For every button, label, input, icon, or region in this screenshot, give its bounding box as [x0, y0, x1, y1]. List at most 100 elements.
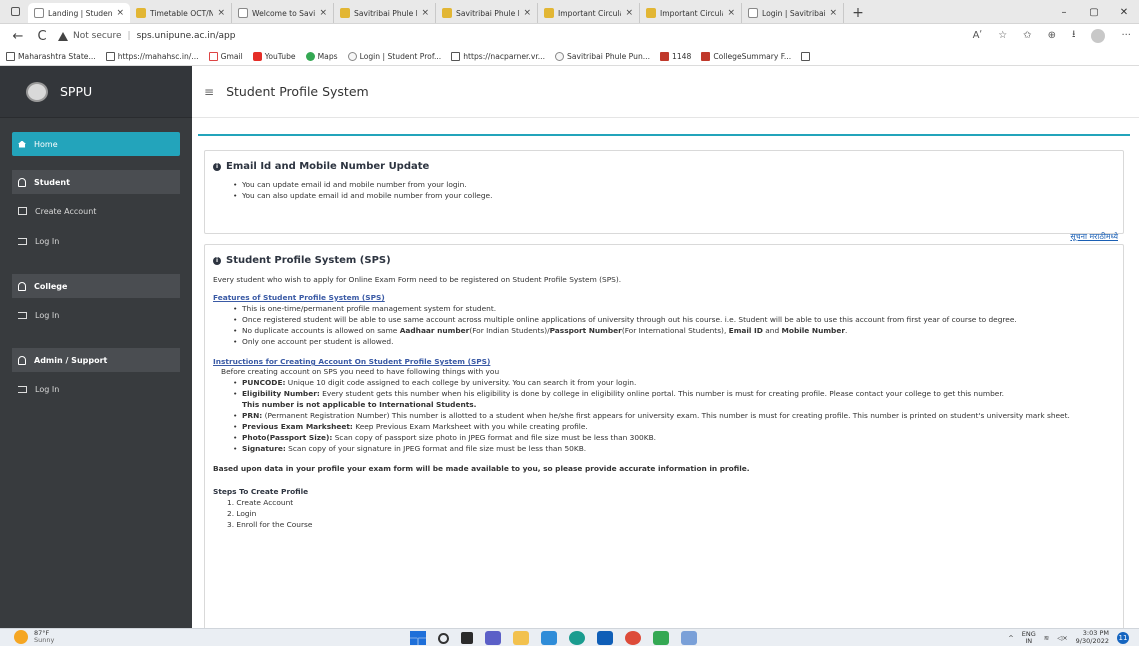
- chat-icon[interactable]: [485, 631, 501, 645]
- sidebar-section-label: Admin / Support: [34, 355, 108, 365]
- app-icon[interactable]: [653, 631, 669, 645]
- browser-tab[interactable]: Landing | Student P ×: [28, 3, 130, 23]
- bookmark-item[interactable]: Maharashtra State...: [6, 52, 96, 61]
- weather-widget[interactable]: 87°F Sunny: [14, 630, 54, 644]
- list-item: Once registered student will be able to …: [233, 314, 1115, 325]
- url-field[interactable]: Not secure | sps.unipune.ac.in/app: [58, 27, 235, 45]
- add-favorite-icon[interactable]: ☆: [998, 30, 1007, 41]
- more-menu-icon[interactable]: ···: [1121, 30, 1131, 41]
- marathi-notice-link[interactable]: सूचना मराठीमध्ये: [1070, 232, 1118, 242]
- browser-tab[interactable]: Savitribai Phule Pu ×: [436, 3, 538, 23]
- browser-tab[interactable]: Important Circular ×: [640, 3, 742, 23]
- new-tab-button[interactable]: +: [848, 3, 868, 23]
- sidebar-item-home[interactable]: Home: [12, 132, 180, 156]
- sidebar-item-create-account[interactable]: Create Account: [12, 198, 180, 224]
- tab-actions-button[interactable]: [6, 2, 24, 20]
- login-icon: [18, 237, 27, 245]
- tab-close-icon[interactable]: ×: [116, 8, 124, 18]
- sidebar-item-student-login[interactable]: Log In: [12, 228, 180, 254]
- browser-tab[interactable]: Welcome to Savitri ×: [232, 3, 334, 23]
- collections-icon[interactable]: ⊕: [1048, 30, 1056, 41]
- notification-badge[interactable]: 11: [1117, 631, 1129, 644]
- gmail-icon: [208, 52, 218, 61]
- file-explorer-icon[interactable]: [513, 631, 529, 645]
- browser-tab[interactable]: Login | Savitribai P ×: [742, 3, 844, 23]
- browser-tab[interactable]: Savitribai Phule Pu ×: [334, 3, 436, 23]
- maximize-button[interactable]: ▢: [1079, 0, 1109, 24]
- page-title: Student Profile System: [226, 84, 369, 99]
- sidebar-item-college-login[interactable]: Log In: [12, 302, 180, 328]
- menu-icon[interactable]: ≡: [204, 85, 214, 99]
- tab-close-icon[interactable]: ×: [319, 8, 327, 18]
- maps-icon: [305, 52, 315, 61]
- bookmark-item[interactable]: Login | Student Prof...: [347, 52, 442, 61]
- id-card-icon: [18, 207, 27, 215]
- windows-start-icon[interactable]: [410, 631, 426, 645]
- bookmark-label: Login | Student Prof...: [359, 52, 442, 61]
- tab-close-icon[interactable]: ×: [523, 8, 531, 18]
- chrome-icon[interactable]: [625, 631, 641, 645]
- language-indicator[interactable]: ENG IN: [1022, 630, 1036, 645]
- page-header: ≡ Student Profile System: [192, 66, 1139, 118]
- list-item: Signature: Scan copy of your signature i…: [233, 443, 1115, 454]
- extensions-icon[interactable]: ⭳: [1072, 27, 1076, 44]
- profile-avatar[interactable]: [1091, 28, 1106, 43]
- tab-close-icon[interactable]: ×: [625, 8, 633, 18]
- bookmark-label: 1148: [672, 52, 692, 61]
- wifi-icon[interactable]: ≋: [1044, 634, 1049, 642]
- store-icon[interactable]: [541, 631, 557, 645]
- url-text[interactable]: sps.unipune.ac.in/app: [137, 31, 236, 41]
- bookmark-item[interactable]: https://nacparner.vr...: [451, 52, 545, 61]
- text: Every student gets this number when his …: [319, 389, 1005, 398]
- bookmark-item[interactable]: https://mahahsc.in/...: [105, 52, 199, 61]
- security-label[interactable]: Not secure: [73, 31, 122, 41]
- tab-close-icon[interactable]: ×: [829, 8, 837, 18]
- tab-close-icon[interactable]: ×: [727, 8, 735, 18]
- bookmark-item[interactable]: YouTube: [252, 52, 296, 61]
- sidebar-item-admin-login[interactable]: Log In: [12, 376, 180, 402]
- pdf-icon: [701, 52, 711, 61]
- bookmark-item[interactable]: [801, 52, 811, 61]
- task-view-icon[interactable]: [461, 632, 473, 644]
- minimize-button[interactable]: –: [1049, 0, 1079, 24]
- bookmark-label: https://mahahsc.in/...: [117, 52, 199, 61]
- search-icon[interactable]: [438, 632, 449, 644]
- refresh-button[interactable]: C: [32, 26, 52, 46]
- instructions-list: PUNCODE: Unique 10 digit code assigned t…: [233, 377, 1115, 454]
- sppu-favicon-icon: [748, 8, 758, 18]
- bookmark-label: YouTube: [264, 52, 296, 61]
- tab-close-icon[interactable]: ×: [421, 8, 429, 18]
- tab-title: Login | Savitribai P: [762, 8, 826, 18]
- back-button[interactable]: ←: [8, 26, 28, 46]
- mail-icon[interactable]: [597, 631, 613, 645]
- sppu-logo: [26, 81, 48, 102]
- screen: Landing | Student P × Timetable OCT/NO ×…: [0, 0, 1139, 646]
- photos-icon[interactable]: [681, 631, 697, 645]
- read-aloud-icon[interactable]: Aʹ: [973, 30, 983, 41]
- tab-close-icon[interactable]: ×: [217, 8, 225, 18]
- bookmark-item[interactable]: Maps: [305, 52, 338, 61]
- bookmark-item[interactable]: Savitribai Phule Pun...: [555, 52, 650, 61]
- panel-title-text: Email Id and Mobile Number Update: [226, 161, 430, 172]
- text: (Permanent Registration Number) This num…: [262, 411, 1070, 420]
- home-icon: [18, 140, 26, 148]
- bookmark-item[interactable]: Gmail: [208, 52, 243, 61]
- volume-icon[interactable]: ◁×: [1057, 634, 1067, 642]
- edge-icon[interactable]: [569, 631, 585, 645]
- close-window-button[interactable]: ✕: [1109, 0, 1139, 24]
- clock[interactable]: 3:03 PM 9/30/2022: [1076, 629, 1109, 645]
- doc-favicon-icon: [646, 8, 656, 18]
- browser-tab[interactable]: Timetable OCT/NO ×: [130, 3, 232, 23]
- brand[interactable]: SPPU: [0, 66, 192, 118]
- sidebar-item-label: Log In: [35, 236, 60, 246]
- tray-chevron-icon[interactable]: ^: [1008, 634, 1013, 642]
- favorites-icon[interactable]: ✩: [1023, 30, 1031, 41]
- text: (For International Students),: [621, 326, 729, 335]
- browser-tab[interactable]: Important Circular ×: [538, 3, 640, 23]
- bookmark-item[interactable]: CollegeSummary F...: [701, 52, 791, 61]
- sppu-icon: [555, 52, 564, 61]
- doc-favicon-icon: [136, 8, 146, 18]
- text: No duplicate accounts is allowed on same: [242, 326, 400, 335]
- browser-toolbar-right: Aʹ ☆ ✩ ⊕ ⭳ ···: [973, 27, 1131, 44]
- bookmark-item[interactable]: 1148: [660, 52, 691, 61]
